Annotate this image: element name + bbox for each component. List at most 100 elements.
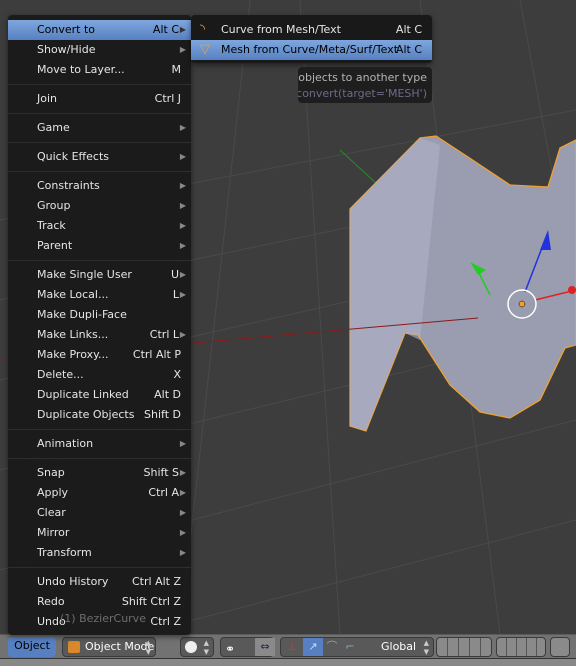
manipulator-center-icon[interactable]: ⇔	[255, 638, 275, 656]
menu-item-track[interactable]: Track ▶	[8, 216, 191, 236]
submenu-arrow-icon: ▶	[179, 152, 186, 161]
menu-item-shortcut: U	[170, 268, 179, 281]
menu-separator	[8, 425, 191, 434]
menu-item-clear[interactable]: Clear ▶	[8, 503, 191, 523]
menu-item-shortcut: X	[173, 368, 181, 381]
object-origin	[518, 300, 526, 308]
menu-item-delete[interactable]: Delete... X	[8, 365, 191, 385]
shading-select[interactable]: ▲ ▼	[180, 637, 214, 657]
menu-item-make-dupli-face[interactable]: Make Dupli-Face	[8, 305, 191, 325]
solid-shading-icon	[185, 641, 197, 653]
menu-item-shortcut: Shift Ctrl Z	[121, 595, 181, 608]
cube-icon	[68, 641, 80, 653]
menu-item-make-single-user[interactable]: Make Single User U ▶	[8, 265, 191, 285]
menu-item-label: Delete...	[37, 368, 84, 381]
menu-item-label: Make Proxy...	[37, 348, 109, 361]
menu-separator	[8, 109, 191, 118]
menu-item-label: Show/Hide	[37, 43, 96, 56]
menu-item-transform[interactable]: Transform ▶	[8, 543, 191, 563]
menu-item-shortcut: L	[172, 288, 179, 301]
submenu-arrow-icon: ▶	[179, 241, 186, 250]
submenu-arrow-icon: ▶	[179, 468, 186, 477]
scale-icon[interactable]: ⌐	[341, 638, 359, 656]
menu-item-shortcut: Shift D	[144, 408, 181, 421]
menu-item-constraints[interactable]: Constraints ▶	[8, 176, 191, 196]
menu-item-quick-effects[interactable]: Quick Effects ▶	[8, 147, 191, 167]
menu-item-convert-to[interactable]: Convert to Alt C ▶	[8, 20, 191, 40]
menu-item-undo-history[interactable]: Undo History Ctrl Alt Z	[8, 572, 191, 592]
menu-item-mirror[interactable]: Mirror ▶	[8, 523, 191, 543]
menu-item-label: Undo History	[37, 575, 109, 588]
rotate-icon[interactable]: ⌒	[323, 638, 341, 656]
menu-item-animation[interactable]: Animation ▶	[8, 434, 191, 454]
menu-item-label: Duplicate Objects	[37, 408, 135, 421]
menu-item-shortcut: Ctrl J	[154, 92, 181, 105]
updown-icon: ▲ ▼	[203, 639, 209, 656]
menu-item-label: Convert to	[37, 23, 96, 36]
submenu-arrow-icon: ▶	[179, 221, 186, 230]
menu-item-group[interactable]: Group ▶	[8, 196, 191, 216]
menu-item-redo[interactable]: Redo Shift Ctrl Z	[8, 592, 191, 612]
menu-item-join[interactable]: Join Ctrl J	[8, 89, 191, 109]
menu-separator	[8, 563, 191, 572]
pivot-select[interactable]: ⚭ ⇔	[220, 637, 275, 657]
convert-to-submenu: ◝ Curve from Mesh/Text Alt C ▽ Mesh from Cur…	[191, 15, 432, 63]
menu-item-label: Clear	[37, 506, 66, 519]
menu-item-shortcut: M	[171, 63, 182, 76]
menu-item-move-to-layer[interactable]: Move to Layer... M	[8, 60, 191, 80]
menu-item-make-links[interactable]: Make Links... Ctrl L ▶	[8, 325, 191, 345]
menu-item-shortcut: Alt D	[154, 388, 181, 401]
submenu-arrow-icon: ▶	[179, 488, 186, 497]
layers-grid-1[interactable]	[436, 637, 492, 657]
manipulator-toggle-icon[interactable]: ⊥	[281, 638, 303, 656]
submenu-item-shortcut: Alt C	[395, 43, 422, 56]
menu-item-apply[interactable]: Apply Ctrl A ▶	[8, 483, 191, 503]
transform-orientation[interactable]: ⊥ ↗ ⌒ ⌐ Global ▲ ▼	[280, 637, 434, 657]
object-menu: Convert to Alt C ▶ Show/Hide ▶ Move to Layer.…	[8, 15, 191, 635]
submenu-item-curve[interactable]: ◝ Curve from Mesh/Text Alt C	[191, 20, 432, 40]
submenu-arrow-icon: ▶	[179, 181, 186, 190]
submenu-arrow-icon: ▶	[179, 270, 186, 279]
menu-separator	[8, 454, 191, 463]
menu-item-label: Animation	[37, 437, 94, 450]
menu-item-duplicate-objects[interactable]: Duplicate Objects Shift D	[8, 405, 191, 425]
menu-separator	[8, 80, 191, 89]
menu-item-make-proxy[interactable]: Make Proxy... Ctrl Alt P	[8, 345, 191, 365]
menu-item-undo[interactable]: Undo Ctrl Z	[8, 612, 191, 632]
menu-item-make-local[interactable]: Make Local... L ▶	[8, 285, 191, 305]
menu-item-shortcut: Ctrl Z	[150, 615, 181, 628]
mode-select[interactable]: Object Mode ▲ ▼	[62, 637, 156, 657]
menu-item-label: Track	[37, 219, 66, 232]
viewport-header: Object Object Mode ▲ ▼ ▲ ▼ ⚭ ⇔ ⊥ ↗ ⌒ ⌐ Glo…	[0, 634, 576, 658]
menu-item-label: Make Dupli-Face	[37, 308, 127, 321]
menu-separator	[8, 138, 191, 147]
lock-layers-icon[interactable]	[550, 637, 570, 657]
mesh-icon: ▽	[200, 42, 210, 57]
curve-icon: ◝	[200, 22, 206, 37]
menu-item-shortcut: Alt C	[152, 23, 179, 36]
menu-item-label: Apply	[37, 486, 69, 499]
translate-icon[interactable]: ↗	[303, 638, 323, 656]
menu-item-label: Make Single User	[37, 268, 132, 281]
layers-grid-2[interactable]	[496, 637, 546, 657]
menu-item-label: Constraints	[37, 179, 100, 192]
menu-item-show-hide[interactable]: Show/Hide ▶	[8, 40, 191, 60]
menu-item-parent[interactable]: Parent ▶	[8, 236, 191, 256]
submenu-arrow-icon: ▶	[179, 508, 186, 517]
menu-separator	[8, 256, 191, 265]
object-menu-button[interactable]: Object	[8, 637, 56, 657]
menu-item-shortcut: Ctrl L	[149, 328, 179, 341]
submenu-arrow-icon: ▶	[179, 290, 186, 299]
submenu-item-mesh[interactable]: ▽ Mesh from Curve/Meta/Surf/Text Alt C	[191, 40, 432, 60]
menu-item-label: Undo	[37, 615, 66, 628]
menu-item-duplicate-linked[interactable]: Duplicate Linked Alt D	[8, 385, 191, 405]
menu-item-snap[interactable]: Snap Shift S ▶	[8, 463, 191, 483]
updown-icon: ▲ ▼	[145, 639, 151, 656]
submenu-item-label: Curve from Mesh/Text	[221, 23, 341, 36]
menu-item-label: Make Local...	[37, 288, 109, 301]
bottom-strip	[0, 658, 576, 666]
submenu-arrow-icon: ▶	[179, 548, 186, 557]
submenu-arrow-icon: ▶	[179, 439, 186, 448]
menu-item-game[interactable]: Game ▶	[8, 118, 191, 138]
menu-item-label: Snap	[37, 466, 65, 479]
